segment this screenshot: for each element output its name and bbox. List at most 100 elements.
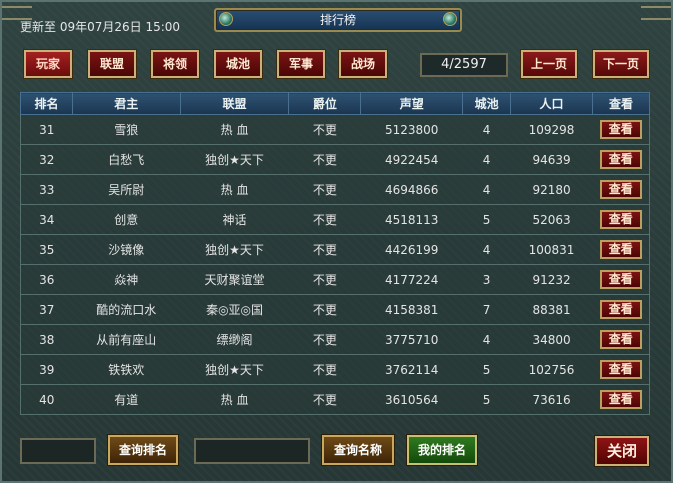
view-cell: 查看 [592, 324, 651, 355]
title-cell: 不更 [288, 234, 361, 265]
view-button[interactable]: 查看 [599, 240, 642, 259]
population-cell: 109298 [510, 114, 593, 145]
tab-alliance[interactable]: 联盟 [87, 49, 137, 79]
prestige-cell: 4158381 [360, 294, 463, 325]
table-row: 40 有道 热 血 不更 3610564 5 73616 查看 [20, 384, 651, 415]
column-header-rank: 排名 [20, 92, 73, 115]
population-cell: 91232 [510, 264, 593, 295]
prestige-cell: 3775710 [360, 324, 463, 355]
view-cell: 查看 [592, 264, 651, 295]
title-cell: 不更 [288, 354, 361, 385]
title-cell: 不更 [288, 204, 361, 235]
table-row: 39 铁铁欢 独创★天下 不更 3762114 5 102756 查看 [20, 354, 651, 385]
alliance-cell: 独创★天下 [180, 354, 289, 385]
view-button[interactable]: 查看 [599, 300, 642, 319]
cities-cell: 4 [462, 144, 511, 175]
population-cell: 100831 [510, 234, 593, 265]
population-cell: 88381 [510, 294, 593, 325]
my-rank-button[interactable]: 我的排名 [406, 434, 478, 466]
lord-cell: 吴所尉 [72, 174, 181, 205]
cities-cell: 5 [462, 384, 511, 415]
view-button[interactable]: 查看 [599, 180, 642, 199]
prestige-cell: 3610564 [360, 384, 463, 415]
column-header-alliance: 联盟 [179, 92, 290, 115]
prestige-cell: 4177224 [360, 264, 463, 295]
table-row: 32 白愁飞 独创★天下 不更 4922454 4 94639 查看 [20, 144, 651, 175]
view-cell: 查看 [592, 234, 651, 265]
rank-query-input[interactable] [20, 438, 96, 464]
view-button[interactable]: 查看 [599, 210, 642, 229]
view-cell: 查看 [592, 174, 651, 205]
alliance-cell: 独创★天下 [180, 144, 289, 175]
view-button[interactable]: 查看 [599, 120, 642, 139]
query-name-button[interactable]: 查询名称 [321, 434, 395, 466]
lord-cell: 酷的流口水 [72, 294, 181, 325]
view-button[interactable]: 查看 [599, 150, 642, 169]
title-cell: 不更 [288, 384, 361, 415]
lord-cell: 铁铁欢 [72, 354, 181, 385]
rank-cell: 39 [20, 354, 73, 385]
prev-page-button[interactable]: 上一页 [520, 49, 578, 79]
cities-cell: 4 [462, 174, 511, 205]
view-cell: 查看 [592, 294, 651, 325]
column-header-cities: 城池 [462, 92, 512, 115]
view-button[interactable]: 查看 [599, 330, 642, 349]
rank-cell: 37 [20, 294, 73, 325]
table-row: 34 创意 神话 不更 4518113 5 52063 查看 [20, 204, 651, 235]
view-button[interactable]: 查看 [599, 390, 642, 409]
next-page-button[interactable]: 下一页 [592, 49, 650, 79]
view-cell: 查看 [592, 144, 651, 175]
tab-city[interactable]: 城池 [213, 49, 263, 79]
jade-knob-icon [443, 12, 457, 26]
lord-cell: 雪狼 [72, 114, 181, 145]
view-button[interactable]: 查看 [599, 360, 642, 379]
alliance-cell: 独创★天下 [180, 234, 289, 265]
cities-cell: 4 [462, 114, 511, 145]
update-timestamp: 更新至 09年07月26日 15:00 [20, 20, 181, 34]
cities-cell: 4 [462, 324, 511, 355]
cities-cell: 7 [462, 294, 511, 325]
population-cell: 34800 [510, 324, 593, 355]
title-cell: 不更 [288, 264, 361, 295]
prestige-cell: 4518113 [360, 204, 463, 235]
ranking-table: 排名 君主 联盟 爵位 声望 城池 人口 查看 31 雪狼 热 血 不更 512… [20, 92, 651, 415]
rank-cell: 32 [20, 144, 73, 175]
population-cell: 94639 [510, 144, 593, 175]
close-button[interactable]: 关闭 [594, 435, 650, 467]
table-row: 38 从前有座山 缥缈阁 不更 3775710 4 34800 查看 [20, 324, 651, 355]
title-cell: 不更 [288, 144, 361, 175]
query-rank-button[interactable]: 查询排名 [107, 434, 179, 466]
alliance-cell: 天财聚谊堂 [180, 264, 289, 295]
name-query-input[interactable] [194, 438, 310, 464]
column-header-prestige: 声望 [360, 92, 464, 115]
title-cell: 不更 [288, 294, 361, 325]
page-indicator: 4/2597 [420, 53, 508, 77]
tab-military[interactable]: 军事 [276, 49, 326, 79]
alliance-cell: 秦◎亚◎国 [180, 294, 289, 325]
table-header-row: 排名 君主 联盟 爵位 声望 城池 人口 查看 [20, 92, 651, 115]
column-header-population: 人口 [510, 92, 593, 115]
prestige-cell: 3762114 [360, 354, 463, 385]
table-row: 36 焱神 天财聚谊堂 不更 4177224 3 91232 查看 [20, 264, 651, 295]
title-cell: 不更 [288, 114, 361, 145]
title-cell: 不更 [288, 174, 361, 205]
view-cell: 查看 [592, 354, 651, 385]
tab-player[interactable]: 玩家 [23, 49, 73, 79]
tab-battlefield[interactable]: 战场 [338, 49, 388, 79]
population-cell: 52063 [510, 204, 593, 235]
alliance-cell: 热 血 [180, 384, 289, 415]
lord-cell: 有道 [72, 384, 181, 415]
rank-cell: 36 [20, 264, 73, 295]
alliance-cell: 缥缈阁 [180, 324, 289, 355]
prestige-cell: 4426199 [360, 234, 463, 265]
prestige-cell: 4922454 [360, 144, 463, 175]
view-button[interactable]: 查看 [599, 270, 642, 289]
window-title-text: 排行榜 [319, 13, 356, 27]
cities-cell: 5 [462, 354, 511, 385]
tab-general[interactable]: 将领 [150, 49, 200, 79]
cities-cell: 4 [462, 234, 511, 265]
column-header-title: 爵位 [288, 92, 362, 115]
prestige-cell: 4694866 [360, 174, 463, 205]
title-decoration-right [641, 6, 671, 20]
view-cell: 查看 [592, 114, 651, 145]
